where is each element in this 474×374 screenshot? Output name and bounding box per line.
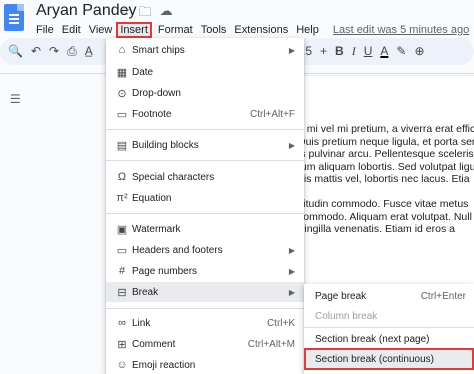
text-color-button[interactable]: A [380, 44, 388, 59]
document-body: n mi vel mi pretium, a viverra erat effi… [298, 123, 474, 248]
menu-divider [106, 213, 304, 214]
menu-item-label: Comment [132, 338, 176, 350]
menu-item-date[interactable]: ▦ Date [106, 62, 304, 82]
google-docs-logo-icon[interactable] [4, 4, 24, 31]
search-menus-icon[interactable]: 🔍 [8, 44, 23, 59]
menu-item-label: Link [132, 317, 151, 329]
submenu-item-section-break-continuous[interactable]: Section break (continuous) [304, 348, 474, 370]
menu-edit[interactable]: Edit [62, 24, 81, 36]
menu-item-break[interactable]: ⊟ Break ▶ [106, 282, 304, 302]
menu-item-emoji-reaction[interactable]: ☺ Emoji reaction [106, 355, 304, 374]
submenu-item-label: Column break [315, 310, 378, 322]
menu-item-comment[interactable]: ⊞ Comment Ctrl+Alt+M [106, 334, 304, 354]
body-line: citudin commodo. Fusce vitae metus [298, 198, 469, 210]
body-line: is pulvinar arcu. Pellentesque sceleris [298, 148, 474, 160]
italic-button[interactable]: I [352, 44, 356, 59]
body-line: fringilla venenatis. Etiam id eros a [298, 223, 455, 235]
print-icon[interactable]: ⎙ [67, 44, 77, 59]
body-line: Duis pretium neque ligula, et porta sem [298, 135, 474, 148]
menu-tools[interactable]: Tools [201, 24, 227, 36]
redo-icon[interactable]: ↷ [49, 44, 59, 59]
hash-icon: # [118, 265, 126, 277]
body-line: tum aliquam lobortis. Sed volutpat ligu [298, 160, 474, 173]
break-submenu: Page break Ctrl+Enter Column break Secti… [304, 284, 474, 374]
insert-menu: ⌂ Smart chips ▶ ▦ Date ⊙ Drop-down ▭ Foo… [106, 38, 304, 374]
submenu-arrow-icon: ▶ [288, 287, 295, 297]
shortcut-label: Ctrl+Alt+F [249, 108, 295, 120]
menu-help[interactable]: Help [296, 24, 319, 36]
menu-item-drop-down[interactable]: ⊙ Drop-down [106, 83, 304, 103]
document-outline-icon[interactable]: ☰ [10, 92, 21, 106]
menu-item-label: Emoji reaction [132, 359, 196, 371]
menu-item-label: Equation [132, 192, 172, 204]
underline-button[interactable]: U [364, 44, 373, 59]
comment-icon: ⊞ [117, 338, 127, 351]
submenu-arrow-icon: ▶ [288, 245, 295, 255]
highlight-pen-icon[interactable]: ✎ [396, 44, 406, 59]
menu-item-label: Special characters [132, 171, 215, 183]
spellcheck-icon[interactable]: A̲ [85, 44, 93, 59]
menu-divider [106, 308, 304, 309]
menu-item-label: Break [132, 286, 159, 298]
submenu-arrow-icon: ▶ [288, 266, 295, 276]
menu-item-label: Watermark [132, 223, 181, 235]
calendar-icon: ▦ [116, 66, 128, 79]
menu-bar: File Edit View Insert Format Tools Exten… [36, 22, 474, 38]
submenu-item-column-break: Column break [304, 306, 474, 326]
submenu-item-section-break-next-page[interactable]: Section break (next page) [304, 329, 474, 349]
menu-item-label: Headers and footers [132, 244, 223, 256]
break-icon: ⊟ [117, 286, 127, 299]
menu-file[interactable]: File [36, 24, 54, 36]
menu-insert[interactable]: Insert [116, 22, 152, 38]
submenu-arrow-icon: ▶ [288, 45, 295, 55]
menu-item-label: Footnote [132, 108, 172, 120]
menu-divider [106, 129, 304, 130]
menu-item-label: Date [132, 66, 154, 78]
menu-extensions[interactable]: Extensions [234, 24, 288, 36]
undo-icon[interactable]: ↶ [31, 44, 41, 59]
emoji-icon: ☺ [116, 359, 128, 371]
menu-item-footnote[interactable]: ▭ Footnote Ctrl+Alt+F [106, 104, 304, 124]
menu-item-label: Building blocks [132, 139, 199, 151]
dropdown-icon: ⊙ [117, 87, 127, 100]
shortcut-label: Ctrl+Enter [420, 290, 466, 302]
omega-icon: Ω [117, 171, 127, 183]
watermark-icon: ▣ [116, 223, 128, 236]
body-line: n mi vel mi pretium, a viverra erat effi… [298, 123, 474, 135]
menu-format[interactable]: Format [158, 24, 193, 36]
smart-chips-icon: ⌂ [118, 44, 126, 56]
menu-item-label: Drop-down [132, 87, 181, 99]
menu-item-watermark[interactable]: ▣ Watermark [106, 219, 304, 239]
submenu-item-label: Section break (continuous) [315, 353, 434, 365]
menu-item-label: Page numbers [132, 265, 198, 277]
link-icon: ∞ [118, 317, 126, 329]
last-edit-link[interactable]: Last edit was 5 minutes ago [333, 24, 469, 36]
menu-item-headers-and-footers[interactable]: ▭ Headers and footers ▶ [106, 240, 304, 260]
shortcut-label: Ctrl+Alt+M [247, 338, 295, 350]
shortcut-label: Ctrl+K [266, 317, 295, 329]
submenu-arrow-icon: ▶ [288, 140, 295, 150]
menu-item-label: Smart chips [132, 44, 185, 56]
building-blocks-icon: ▤ [116, 139, 128, 152]
menu-item-link[interactable]: ∞ Link Ctrl+K [106, 313, 304, 333]
menu-view[interactable]: View [89, 24, 113, 36]
menu-item-smart-chips[interactable]: ⌂ Smart chips ▶ [106, 40, 304, 60]
submenu-item-page-break[interactable]: Page break Ctrl+Enter [304, 286, 474, 306]
menu-divider [304, 327, 474, 328]
menu-item-equation[interactable]: π² Equation [106, 188, 304, 208]
submenu-item-label: Page break [315, 290, 367, 302]
menu-item-special-characters[interactable]: Ω Special characters [106, 167, 304, 187]
body-line: uis mattis vel, lobortis nec lacus. Etia [298, 173, 470, 185]
pi-icon: π² [116, 192, 128, 204]
submenu-item-label: Section break (next page) [315, 333, 430, 345]
body-line: commodo. Aliquam erat volutpat. Null [298, 210, 472, 223]
increase-font-size-icon[interactable]: + [320, 44, 327, 59]
menu-item-building-blocks[interactable]: ▤ Building blocks ▶ [106, 135, 304, 155]
menu-item-page-numbers[interactable]: # Page numbers ▶ [106, 261, 304, 281]
bold-button[interactable]: B [335, 44, 344, 59]
headers-footers-icon: ▭ [116, 244, 128, 257]
link-icon[interactable]: ⊕ [414, 44, 424, 59]
menu-divider [106, 160, 304, 161]
footnote-icon: ▭ [116, 108, 128, 121]
